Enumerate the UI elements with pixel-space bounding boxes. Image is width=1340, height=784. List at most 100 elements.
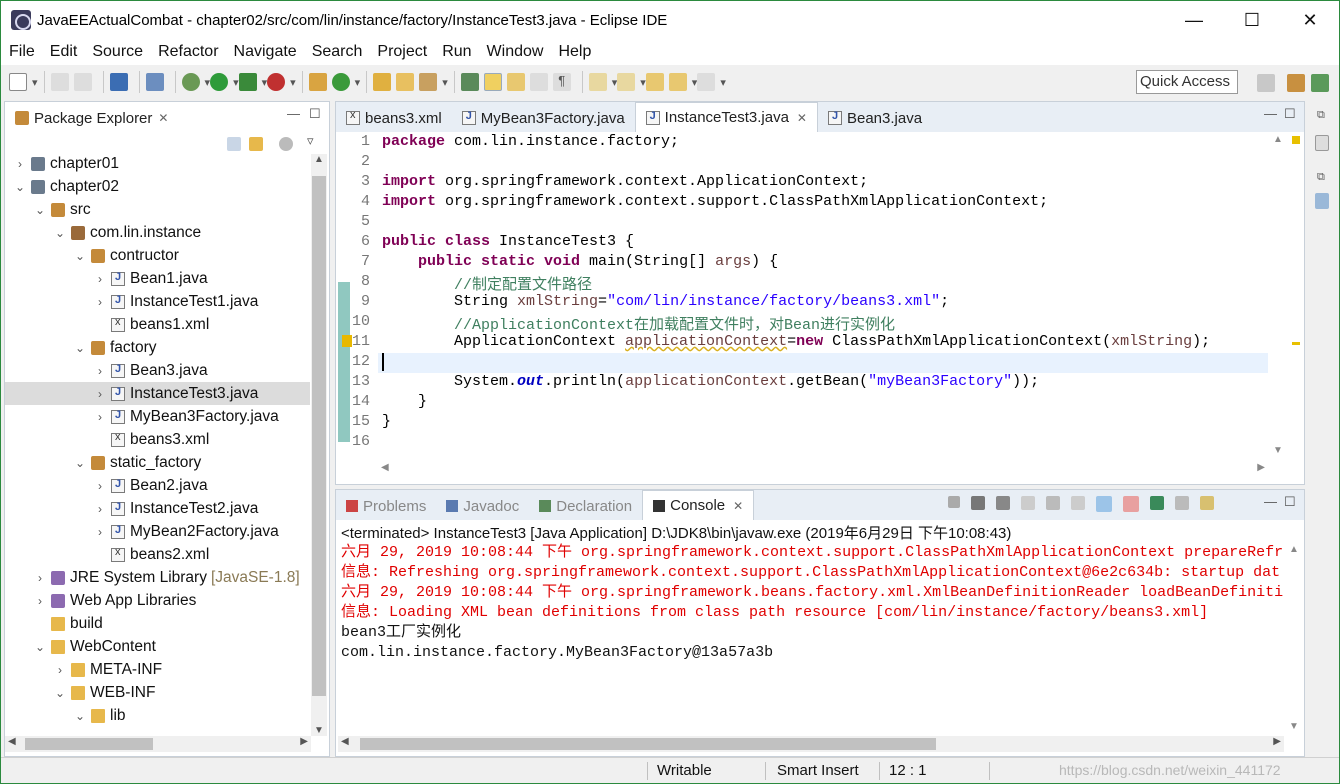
minimize-view-icon[interactable]: — — [287, 106, 300, 121]
new-java-project-icon[interactable] — [308, 73, 327, 91]
tree-item[interactable]: ⌄ src — [5, 198, 310, 221]
tree-item[interactable]: › META-INF — [5, 658, 310, 681]
skip-breakpoints-icon[interactable] — [145, 73, 164, 91]
code-editor[interactable]: 1 2 3 4 5 6 7 8 9 10 11 12 13 14 15 16 package com.lin.… — [336, 132, 1304, 462]
tree-item[interactable]: › MyBean2Factory.java — [5, 520, 310, 543]
expand-chevron-icon[interactable]: › — [93, 272, 107, 286]
remove-launch-icon[interactable] — [971, 496, 985, 510]
minimize-editor-icon[interactable]: — — [1264, 106, 1277, 121]
expand-chevron-icon[interactable]: ⌄ — [53, 686, 67, 700]
maximize-button[interactable]: ☐ — [1223, 1, 1281, 39]
restore-outline-icon[interactable]: ⧉ — [1317, 171, 1325, 184]
display-console-icon[interactable] — [1175, 496, 1189, 510]
tree-item[interactable]: beans3.xml — [5, 428, 310, 451]
minimize-button[interactable]: — — [1165, 1, 1223, 39]
word-wrap-icon[interactable] — [1071, 496, 1085, 510]
tab-problems[interactable]: Problems — [336, 492, 436, 520]
scroll-lock-icon[interactable] — [1046, 496, 1060, 510]
menu-file[interactable]: File — [9, 43, 35, 61]
expand-chevron-icon[interactable]: › — [93, 502, 107, 516]
new-icon[interactable] — [9, 73, 27, 91]
java-perspective-icon[interactable] — [1311, 74, 1329, 92]
expand-chevron-icon[interactable]: › — [93, 387, 107, 401]
tree-item[interactable]: build — [5, 612, 310, 635]
close-tab-icon[interactable]: ✕ — [797, 111, 807, 125]
tree-item[interactable]: ⌄ WebContent — [5, 635, 310, 658]
tree-item[interactable]: ⌄ WEB-INF — [5, 681, 310, 704]
clear-console-icon[interactable] — [1021, 496, 1035, 510]
save-icon[interactable] — [50, 73, 69, 91]
tree-item[interactable]: › MyBean3Factory.java — [5, 405, 310, 428]
external-tools-icon[interactable] — [267, 73, 286, 91]
console-vertical-scrollbar[interactable]: ▲ ▼ — [1286, 544, 1302, 732]
expand-chevron-icon[interactable]: › — [53, 663, 67, 677]
tree-item[interactable]: › InstanceTest3.java — [5, 382, 310, 405]
menu-source[interactable]: Source — [92, 43, 143, 61]
tree-item[interactable]: › Web App Libraries — [5, 589, 310, 612]
view-menu-icon[interactable]: ▿ — [307, 133, 314, 149]
tree-item[interactable]: › InstanceTest1.java — [5, 290, 310, 313]
expand-chevron-icon[interactable]: › — [93, 295, 107, 309]
tree-item[interactable]: › Bean3.java — [5, 359, 310, 382]
editor-tab[interactable]: MyBean3Factory.java — [452, 104, 635, 132]
expand-chevron-icon[interactable]: ⌄ — [53, 226, 67, 240]
editor-tab[interactable]: InstanceTest3.java ✕ — [634, 102, 818, 132]
save-all-icon[interactable] — [73, 73, 92, 91]
tree-item[interactable]: › InstanceTest2.java — [5, 497, 310, 520]
menu-window[interactable]: Window — [487, 43, 544, 61]
editor-tab[interactable]: Bean3.java — [818, 104, 932, 132]
overview-warning-icon[interactable] — [1292, 136, 1300, 144]
tab-package-explorer[interactable]: Package Explorer ✕ — [5, 104, 178, 132]
tree-item[interactable]: ⌄ lib — [5, 704, 310, 726]
expand-chevron-icon[interactable]: ⌄ — [33, 640, 47, 654]
tree-vertical-scrollbar[interactable]: ▲ ▼ — [311, 154, 327, 736]
coverage-icon[interactable] — [238, 73, 257, 91]
restore-icon[interactable]: ⧉ — [1317, 109, 1325, 122]
expand-chevron-icon[interactable]: ⌄ — [73, 709, 87, 723]
tree-item[interactable]: › JRE System Library [JavaSE-1.8] — [5, 566, 310, 589]
search-icon[interactable] — [460, 73, 479, 91]
editor-vertical-scrollbar[interactable]: ▲ ▼ — [1270, 134, 1286, 456]
debug-icon[interactable] — [181, 73, 200, 91]
expand-chevron-icon[interactable]: › — [13, 157, 27, 171]
editor-horizontal-scrollbar[interactable]: ◀ ▶ — [378, 462, 1268, 478]
menu-project[interactable]: Project — [377, 43, 427, 61]
tab-javadoc[interactable]: Javadoc — [436, 492, 529, 520]
expand-chevron-icon[interactable]: › — [33, 571, 47, 585]
close-tab-icon[interactable]: ✕ — [158, 111, 168, 125]
tree-horizontal-scrollbar[interactable]: ◀ ▶ — [5, 736, 311, 752]
forward-icon[interactable] — [697, 73, 716, 91]
tree-item[interactable]: beans2.xml — [5, 543, 310, 566]
prev-annotation-icon[interactable] — [617, 73, 636, 91]
minimize-console-icon[interactable]: — — [1264, 494, 1277, 509]
expand-chevron-icon[interactable]: › — [33, 594, 47, 608]
tree-item[interactable]: ⌄ static_factory — [5, 451, 310, 474]
menu-run[interactable]: Run — [442, 43, 471, 61]
close-tab-icon[interactable]: ✕ — [733, 499, 743, 513]
quick-access-field[interactable]: Quick Access — [1136, 70, 1238, 94]
expand-chevron-icon[interactable]: › — [93, 479, 107, 493]
menu-navigate[interactable]: Navigate — [234, 43, 297, 61]
maximize-editor-icon[interactable]: ☐ — [1284, 106, 1296, 122]
annotation-icon[interactable] — [506, 73, 525, 91]
pilcrow-icon[interactable]: ¶ — [552, 73, 571, 91]
maximize-console-icon[interactable]: ☐ — [1284, 494, 1296, 510]
show-stdout-icon[interactable] — [1096, 496, 1112, 512]
overview-marker[interactable] — [1292, 342, 1300, 345]
terminal-icon[interactable] — [109, 73, 128, 91]
tree-item[interactable]: › Bean1.java — [5, 267, 310, 290]
tab-console[interactable]: Console ✕ — [642, 490, 755, 520]
open-type-icon[interactable] — [373, 73, 392, 91]
tree-item[interactable]: beans1.xml — [5, 313, 310, 336]
last-edit-icon[interactable] — [645, 73, 664, 91]
console-horizontal-scrollbar[interactable]: ◀ ▶ — [338, 736, 1284, 752]
show-stderr-icon[interactable] — [1123, 496, 1139, 512]
next-annotation-icon[interactable] — [588, 73, 607, 91]
tree-item[interactable]: ⌄ chapter02 — [5, 175, 310, 198]
highlight-icon[interactable] — [483, 73, 502, 91]
open-console-icon[interactable] — [1200, 496, 1214, 510]
warning-marker-icon[interactable] — [342, 335, 352, 347]
block-select-icon[interactable] — [529, 73, 548, 91]
tab-declaration[interactable]: Declaration — [529, 492, 642, 520]
menu-edit[interactable]: Edit — [50, 43, 78, 61]
